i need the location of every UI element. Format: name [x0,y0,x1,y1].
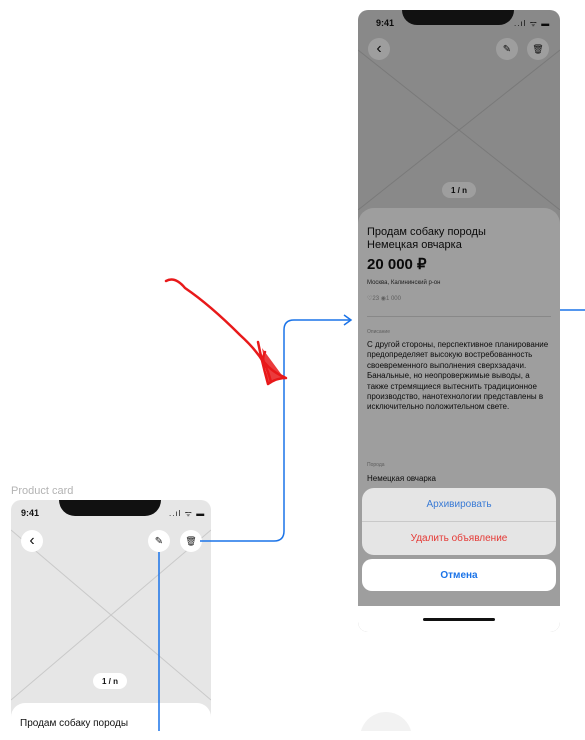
prototype-connectors [158,278,585,731]
faint-circle [360,712,412,731]
flow-connector-line [200,319,350,542]
annotation-arrow [164,278,273,384]
